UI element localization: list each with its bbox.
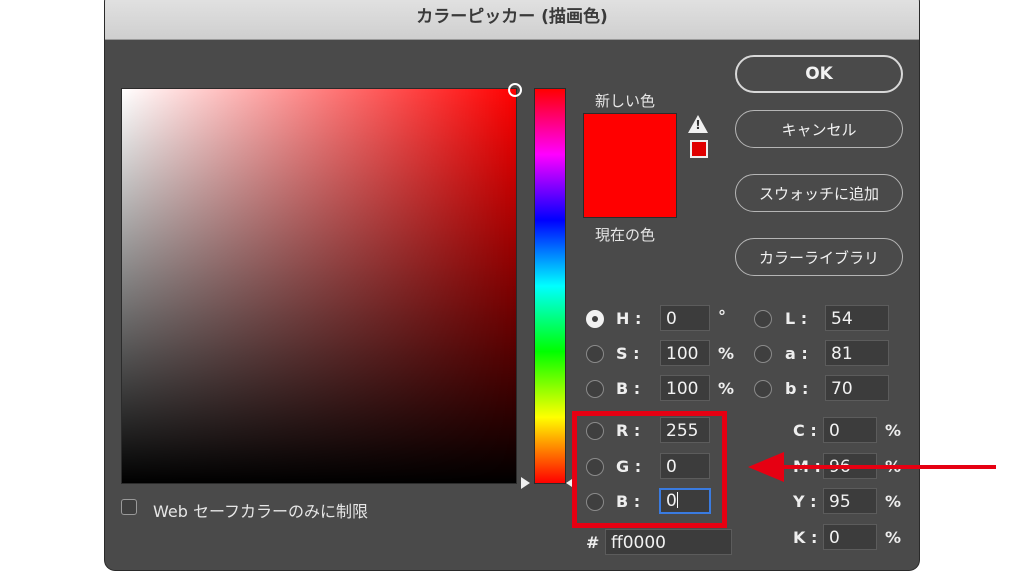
a-label: a :	[785, 344, 808, 363]
k-unit: %	[885, 528, 902, 547]
hue-slider[interactable]	[534, 88, 566, 484]
c-input[interactable]: 0	[823, 417, 877, 443]
lab-b-input[interactable]: 70	[825, 375, 889, 401]
radio-l[interactable]	[754, 310, 772, 328]
hex-input[interactable]: ff0000	[605, 529, 732, 555]
cancel-button[interactable]: キャンセル	[735, 110, 903, 148]
y-unit: %	[885, 492, 902, 511]
lab-b-label: b :	[785, 379, 809, 398]
s-unit: %	[718, 344, 735, 363]
hex-label: #	[586, 533, 600, 552]
y-label: Y :	[793, 492, 817, 511]
c-label: C :	[793, 421, 817, 440]
hsb-b-label: B :	[616, 379, 641, 398]
hsb-b-input[interactable]: 100	[660, 375, 710, 401]
k-label: K :	[793, 528, 818, 547]
s-input[interactable]: 100	[660, 340, 710, 366]
ok-button[interactable]: OK	[735, 55, 903, 93]
h-unit: °	[718, 307, 726, 326]
radio-h[interactable]	[586, 310, 604, 328]
add-to-swatches-button[interactable]: スウォッチに追加	[735, 174, 903, 212]
rgb-highlight-box	[572, 411, 727, 528]
annotation-arrow-shaft	[782, 465, 996, 469]
out-of-gamut-swatch-icon[interactable]	[690, 140, 708, 158]
radio-lab-b[interactable]	[754, 380, 772, 398]
hue-slider-left-handle-icon[interactable]	[521, 477, 530, 489]
c-unit: %	[885, 421, 902, 440]
y-input[interactable]: 95	[823, 488, 877, 514]
title-bar: カラーピッカー (描画色)	[105, 0, 919, 40]
new-color-label: 新しい色	[595, 92, 656, 110]
radio-a[interactable]	[754, 345, 772, 363]
h-input[interactable]: 0	[660, 305, 710, 331]
color-field[interactable]	[121, 83, 522, 484]
current-color-swatch[interactable]	[583, 165, 677, 218]
h-label: H :	[616, 309, 642, 328]
annotation-arrow-head-icon	[748, 452, 784, 482]
current-color-label: 現在の色	[595, 226, 656, 244]
l-label: L :	[785, 309, 808, 328]
warning-exclamation-icon: !	[695, 118, 701, 132]
dialog-title: カラーピッカー (描画色)	[416, 7, 608, 27]
color-libraries-button[interactable]: カラーライブラリ	[735, 238, 903, 276]
s-label: S :	[616, 344, 640, 363]
a-input[interactable]: 81	[825, 340, 889, 366]
hsb-b-unit: %	[718, 379, 735, 398]
web-colors-only-checkbox[interactable]	[121, 499, 137, 515]
k-input[interactable]: 0	[823, 524, 877, 550]
new-color-swatch	[583, 113, 677, 166]
l-input[interactable]: 54	[825, 305, 889, 331]
color-picker-dialog: カラーピッカー (描画色) 新しい色 現在の色 ! OK キャンセル スウォッチ…	[105, 0, 919, 570]
color-field-marker[interactable]	[508, 83, 522, 97]
radio-s[interactable]	[586, 345, 604, 363]
radio-hsb-b[interactable]	[586, 380, 604, 398]
web-colors-only-label[interactable]: Web セーフカラーのみに制限	[153, 498, 368, 522]
